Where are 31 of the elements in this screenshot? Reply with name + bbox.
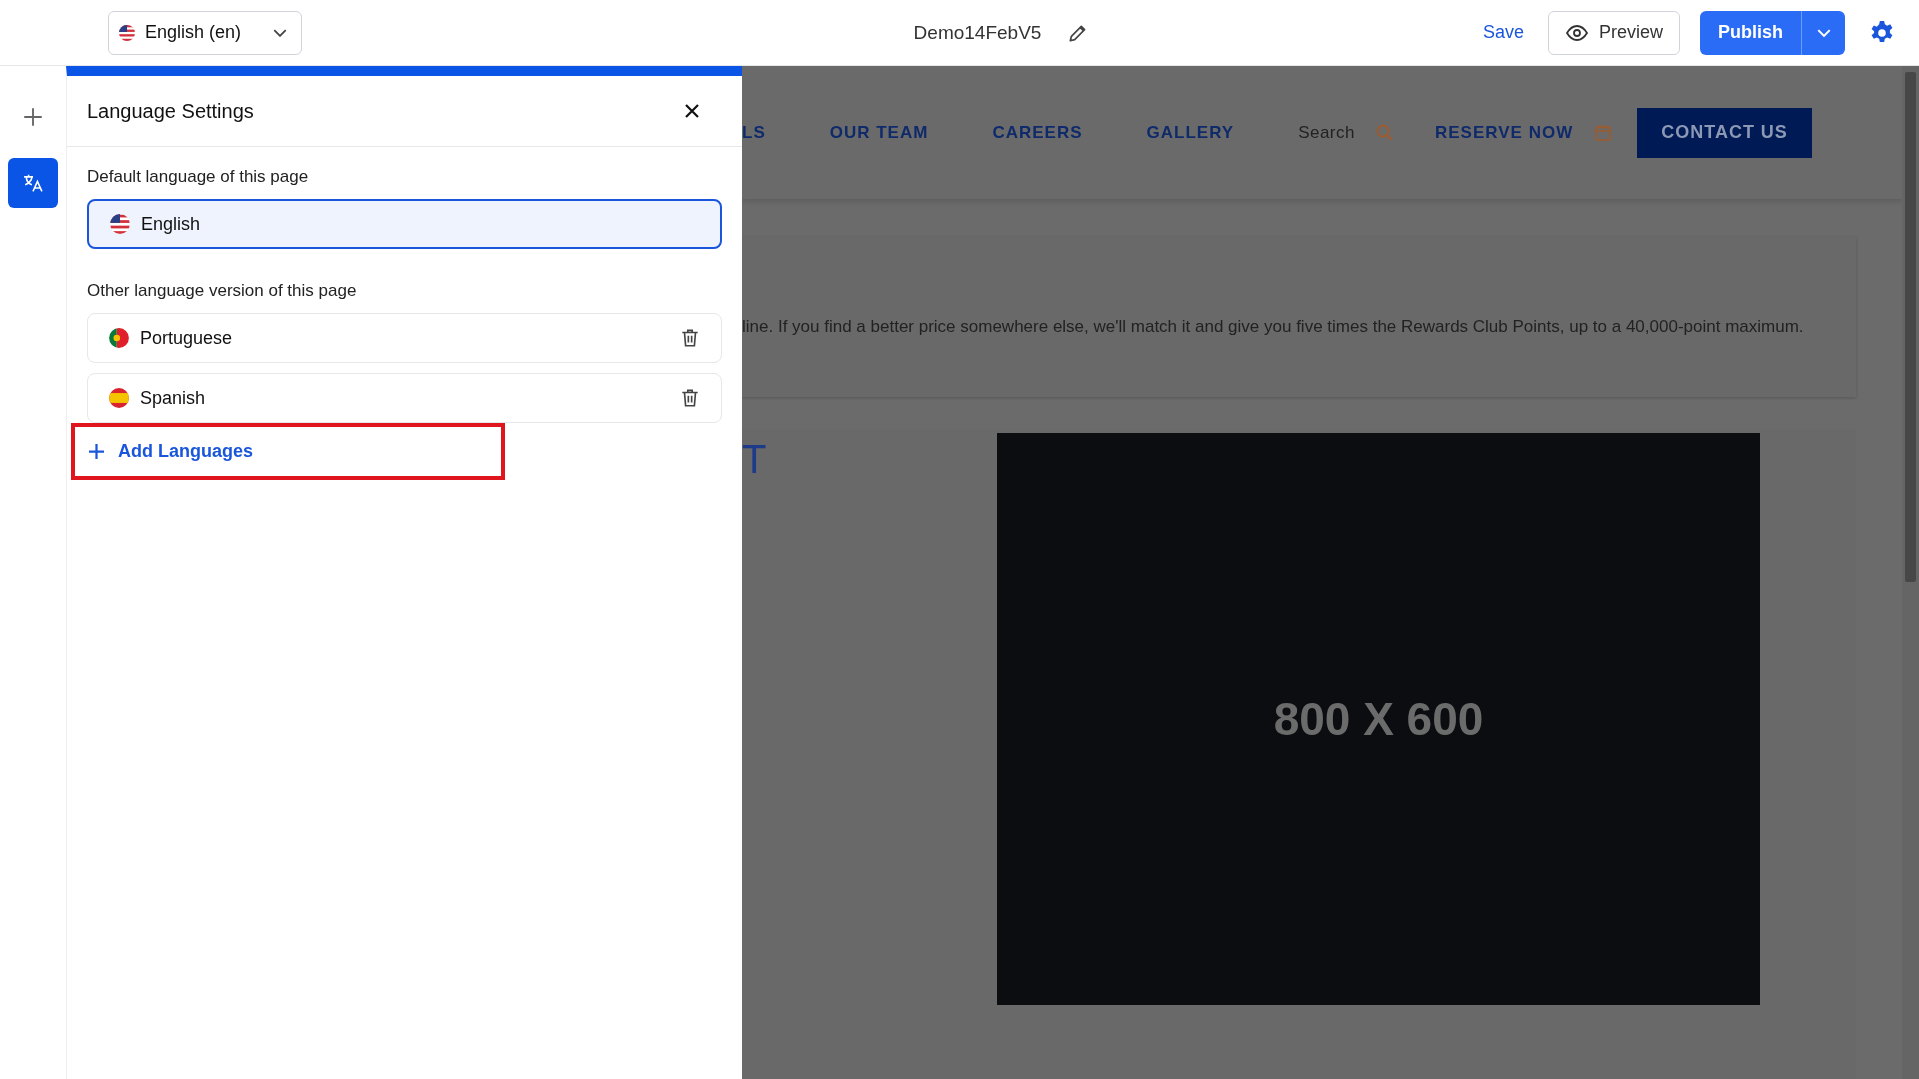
publish-button[interactable]: Publish bbox=[1700, 10, 1801, 55]
plus-icon bbox=[89, 444, 104, 459]
heading-text: T bbox=[742, 437, 768, 482]
placeholder-text: 800 X 600 bbox=[1273, 692, 1484, 746]
language-dropdown[interactable]: English (en) bbox=[108, 10, 303, 55]
section-label: Other language version of this page bbox=[87, 281, 358, 301]
paragraph: line. If you find a better price somewhere else, we'll match it and give you five times the Rewards Club Points, up to a 40,000-point maximum. bbox=[742, 317, 1804, 337]
scrollbar-thumb[interactable] bbox=[1905, 72, 1916, 582]
section-label: Default language of this page bbox=[87, 167, 310, 187]
flag-icon bbox=[109, 213, 131, 235]
page-title: Demo14FebV5 bbox=[913, 21, 1042, 44]
add-languages-button[interactable]: Add Languages bbox=[87, 439, 255, 464]
publish-options-button[interactable] bbox=[1801, 10, 1845, 55]
save-button[interactable]: Save bbox=[1478, 18, 1528, 47]
plus-icon bbox=[23, 107, 43, 127]
translate-button[interactable] bbox=[8, 158, 58, 208]
language-name: Portuguese bbox=[140, 327, 234, 349]
panel-title: Language Settings bbox=[87, 99, 254, 123]
trash-icon[interactable] bbox=[679, 327, 701, 349]
preview-button[interactable]: Preview bbox=[1547, 10, 1680, 55]
flag-icon bbox=[108, 327, 130, 349]
language-name: Spanish bbox=[140, 387, 207, 409]
contact-us-button[interactable]: CONTACT US bbox=[1637, 107, 1812, 158]
default-language-field[interactable]: English bbox=[87, 199, 722, 249]
search-label: Search bbox=[1298, 122, 1355, 143]
caret-icon bbox=[273, 28, 288, 37]
flag-icon bbox=[108, 387, 130, 409]
trash-icon[interactable] bbox=[679, 387, 701, 409]
translate-icon bbox=[23, 173, 43, 193]
caret-icon bbox=[1816, 28, 1831, 37]
scrollbar[interactable] bbox=[1902, 66, 1919, 1079]
